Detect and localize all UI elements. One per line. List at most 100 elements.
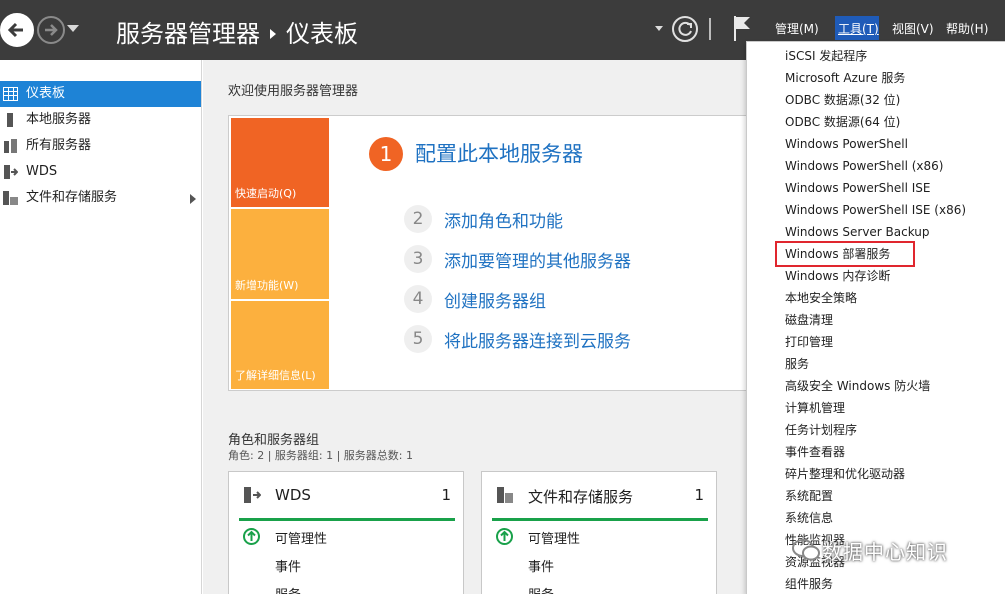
tools-menu-item[interactable]: Microsoft Azure 服务	[785, 67, 905, 89]
step-link[interactable]: 将此服务器连接到云服务	[444, 327, 631, 352]
tile-quick-start[interactable]: 快速启动(Q)	[231, 118, 329, 207]
tools-menu-item[interactable]: Windows PowerShell	[785, 133, 908, 155]
menu-manage[interactable]: 管理(M)	[775, 20, 819, 37]
role-card-file-storage[interactable]: 文件和存储服务 1 可管理性 事件 服务	[481, 471, 717, 594]
card-title[interactable]: WDS	[275, 486, 311, 504]
step-link[interactable]: 创建服务器组	[444, 287, 546, 312]
menu-view[interactable]: 视图(V)	[892, 20, 934, 37]
tools-menu-item[interactable]: 事件查看器	[785, 441, 845, 463]
sidebar-item-file-storage[interactable]: 文件和存储服务	[0, 185, 201, 211]
status-bar	[239, 518, 455, 521]
step-number: 1	[369, 137, 403, 171]
menu-tools[interactable]: 工具(T)	[838, 20, 879, 37]
step-link[interactable]: 添加角色和功能	[444, 207, 563, 232]
tools-menu-item[interactable]: Windows PowerShell ISE	[785, 177, 931, 199]
storage-icon	[3, 191, 18, 205]
servers-icon	[4, 139, 17, 153]
sidebar-item-wds[interactable]: WDS	[0, 159, 201, 185]
wechat-logo-icon	[792, 539, 820, 561]
card-count: 1	[694, 486, 704, 504]
tools-menu-item[interactable]: 任务计划程序	[785, 419, 857, 441]
step-link[interactable]: 添加要管理的其他服务器	[444, 247, 631, 272]
storage-icon	[497, 487, 513, 503]
menu-help[interactable]: 帮助(H)	[946, 20, 988, 37]
sidebar-item-label: 文件和存储服务	[26, 190, 118, 205]
sidebar-item-label: 所有服务器	[26, 138, 92, 153]
up-arrow-ok-icon	[496, 528, 513, 545]
dashboard-icon	[3, 87, 18, 101]
step-number: 3	[404, 245, 432, 273]
card-title[interactable]: 文件和存储服务	[528, 486, 633, 507]
role-card-wds[interactable]: WDS 1 可管理性 事件 服务	[228, 471, 464, 594]
sidebar-item-label: 仪表板	[26, 86, 66, 101]
tools-menu-item[interactable]: 本地安全策略	[785, 287, 857, 309]
breadcrumb-root[interactable]: 服务器管理器	[116, 20, 260, 48]
tools-menu-item[interactable]: iSCSI 发起程序	[785, 45, 867, 67]
step-number: 2	[404, 205, 432, 233]
tools-menu-item[interactable]: Windows Server Backup	[785, 221, 930, 243]
card-row-events[interactable]: 事件	[275, 556, 301, 575]
step-number: 4	[404, 285, 432, 313]
tile-label: 快速启动(Q)	[235, 187, 297, 200]
roles-section-title: 角色和服务器组	[228, 433, 320, 448]
wds-icon	[244, 487, 261, 503]
server-icon	[7, 113, 13, 127]
tools-menu-item[interactable]: 高级安全 Windows 防火墙	[785, 375, 930, 397]
back-arrow-icon	[7, 22, 23, 38]
notifications-flag-button[interactable]	[733, 14, 753, 42]
history-dropdown-icon[interactable]	[67, 25, 79, 32]
welcome-panel: 快速启动(Q) 新增功能(W) 了解详细信息(L) 1 配置此本地服务器 2 添…	[228, 115, 748, 391]
wds-icon	[4, 165, 18, 179]
tile-label: 了解详细信息(L)	[235, 369, 316, 382]
chevron-right-icon[interactable]	[190, 194, 196, 204]
toolbar-divider	[709, 18, 711, 40]
status-bar	[492, 518, 708, 521]
refresh-icon	[678, 21, 692, 36]
tile-learn-more[interactable]: 了解详细信息(L)	[231, 301, 329, 389]
card-row-services[interactable]: 服务	[528, 584, 554, 594]
welcome-title: 欢迎使用服务器管理器	[228, 84, 359, 99]
tools-menu-item[interactable]: ODBC 数据源(64 位)	[785, 111, 900, 133]
tile-label: 新增功能(W)	[235, 279, 299, 292]
sidebar-item-local-server[interactable]: 本地服务器	[0, 107, 201, 133]
step-link[interactable]: 配置此本地服务器	[415, 138, 583, 168]
tools-menu-item[interactable]: 系统配置	[785, 485, 833, 507]
forward-arrow-icon	[45, 24, 58, 36]
tools-menu-item[interactable]: 碎片整理和优化驱动器	[785, 463, 905, 485]
tools-menu-item[interactable]: 计算机管理	[785, 397, 845, 419]
sidebar-item-dashboard[interactable]: 仪表板	[0, 81, 201, 107]
up-arrow-ok-icon	[243, 528, 260, 545]
flag-icon	[734, 16, 750, 41]
tools-menu-item[interactable]: Windows 部署服务	[775, 241, 915, 267]
step-number: 5	[404, 325, 432, 353]
back-button[interactable]	[0, 13, 34, 47]
tools-menu-item[interactable]: 系统信息	[785, 507, 833, 529]
sidebar-item-all-servers[interactable]: 所有服务器	[0, 133, 201, 159]
watermark-text: 数据中心知识	[822, 540, 948, 564]
card-row-services[interactable]: 服务	[275, 584, 301, 594]
chevron-down-icon[interactable]	[655, 26, 663, 31]
tools-menu-item[interactable]: Windows 内存诊断	[785, 265, 890, 287]
tools-menu-item[interactable]: 打印管理	[785, 331, 833, 353]
tools-menu-item[interactable]: Windows PowerShell (x86)	[785, 155, 943, 177]
forward-button[interactable]	[37, 16, 65, 44]
breadcrumb-page: 仪表板	[286, 20, 358, 48]
refresh-button[interactable]	[672, 16, 698, 42]
tools-menu-item[interactable]: 服务	[785, 353, 809, 375]
tools-menu-item[interactable]: 磁盘清理	[785, 309, 833, 331]
breadcrumb: 服务器管理器 仪表板	[116, 14, 358, 49]
tools-menu-item[interactable]: ODBC 数据源(32 位)	[785, 89, 900, 111]
sidebar-item-label: 本地服务器	[26, 112, 92, 127]
tools-menu-item[interactable]: Windows PowerShell ISE (x86)	[785, 199, 966, 221]
tile-whats-new[interactable]: 新增功能(W)	[231, 209, 329, 299]
watermark: 数据中心知识	[792, 534, 982, 568]
sidebar-item-label: WDS	[26, 164, 58, 179]
roles-summary: 角色: 2 | 服务器组: 1 | 服务器总数: 1	[228, 449, 414, 462]
tools-menu-item[interactable]: 组件服务	[785, 573, 833, 594]
card-row-manageability[interactable]: 可管理性	[528, 528, 580, 547]
card-row-events[interactable]: 事件	[528, 556, 554, 575]
sidebar: 仪表板 本地服务器 所有服务器 WDS 文件和存储服务	[0, 60, 202, 594]
breadcrumb-separator-icon	[270, 28, 276, 39]
tools-menu-dropdown: iSCSI 发起程序 Microsoft Azure 服务 ODBC 数据源(32 …	[746, 41, 1005, 594]
card-row-manageability[interactable]: 可管理性	[275, 528, 327, 547]
